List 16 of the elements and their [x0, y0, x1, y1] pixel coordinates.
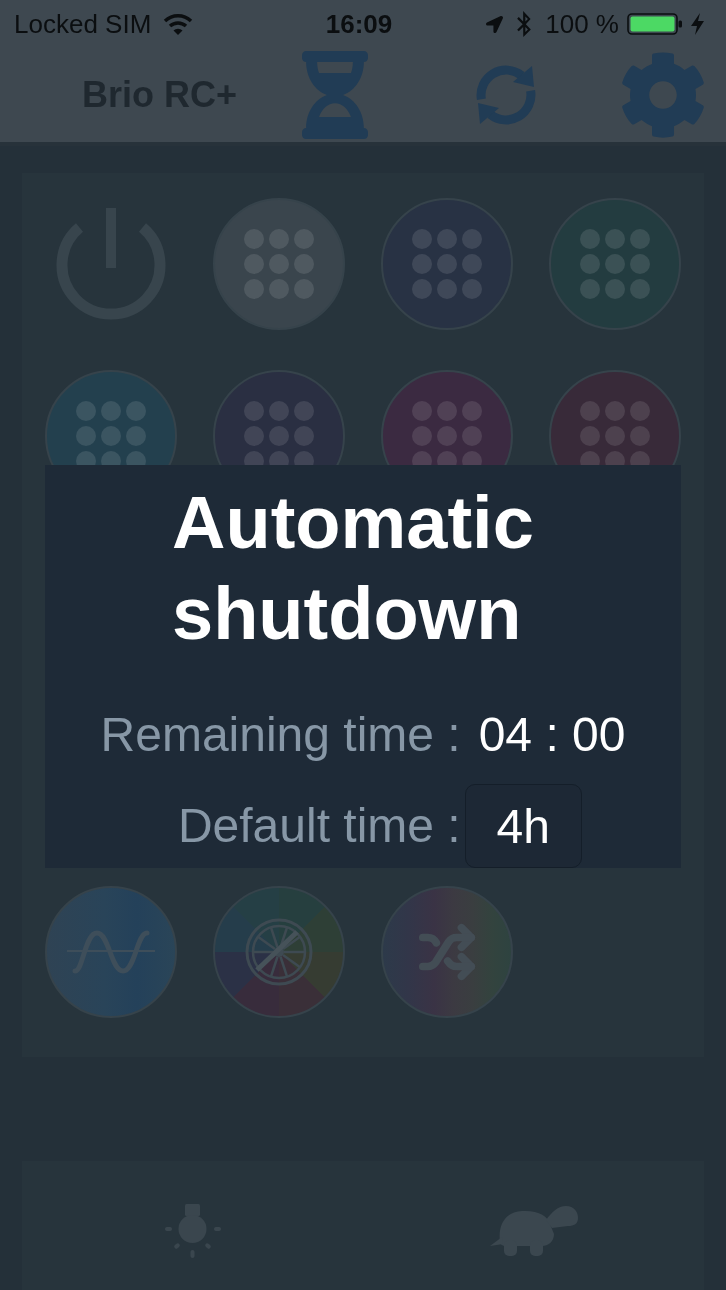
battery-percent: 100 %	[545, 8, 619, 40]
charging-bolt-icon	[691, 13, 704, 35]
time-label: Default time :	[176, 798, 461, 854]
wifi-icon	[163, 13, 194, 35]
wheel-icon	[245, 918, 313, 986]
dialog-title: Automatic shutdown	[171, 480, 535, 657]
clock-time: 16:09	[325, 8, 393, 40]
duration-field[interactable]: 4h	[464, 784, 582, 868]
location-arrow-icon	[486, 15, 504, 33]
sine-wave-icon	[67, 929, 155, 975]
carrier-label: Locked SIM	[14, 8, 152, 40]
shuffle-icon	[418, 923, 476, 981]
dot-grid-icon	[580, 229, 650, 299]
time-label: Remaining time :	[100, 707, 461, 763]
battery-icon	[627, 13, 683, 35]
countdown-value: 04 : 00	[477, 708, 626, 761]
